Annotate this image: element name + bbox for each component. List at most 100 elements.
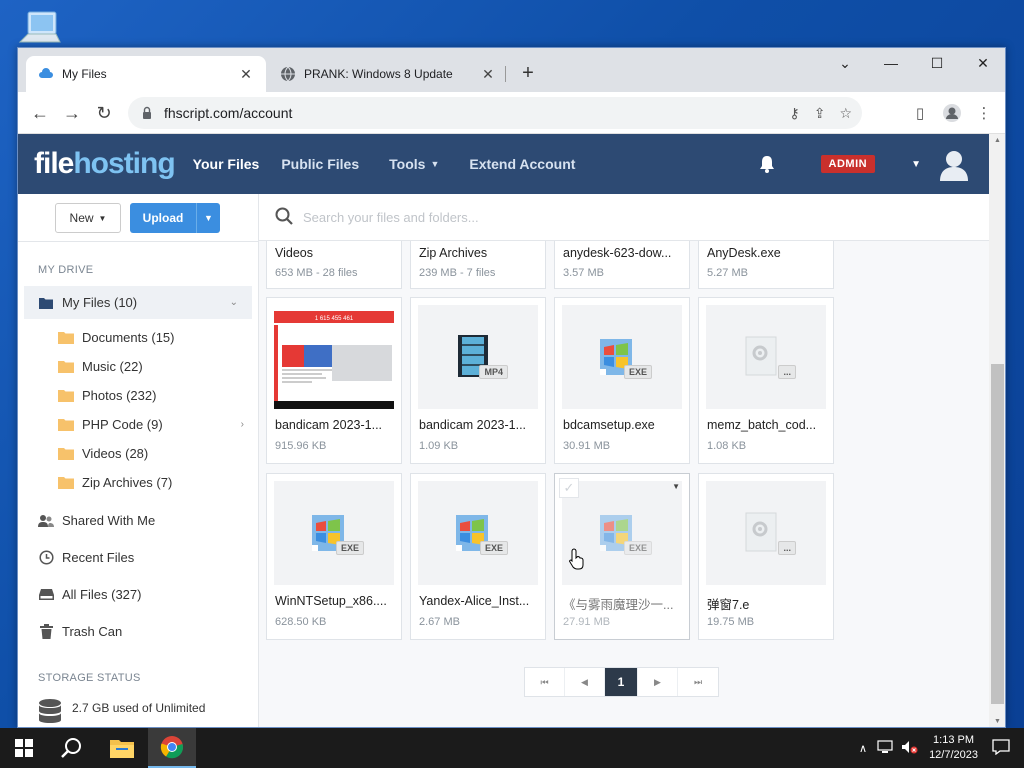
screenshot-thumbnail: 1 615 455 461 [274,305,394,409]
back-arrow-icon[interactable]: ← [28,101,52,125]
prev-page-icon[interactable]: ◀ [565,668,605,696]
network-icon[interactable] [877,739,893,757]
exe-file-icon: EXE [454,509,508,557]
maximize-button[interactable]: ☐ [914,48,960,78]
nav-your-files[interactable]: Your Files [193,156,260,172]
close-tab-icon[interactable]: ✕ [480,66,496,83]
file-card-marisa-exe[interactable]: ✓ ▼ EXE 《与雾雨魔理沙一... 27.91 MB [554,473,690,640]
sidebar-item-documents[interactable]: Documents (15) [18,323,258,352]
search-input[interactable] [303,209,703,225]
my-drive-header: MY DRIVE [38,264,94,276]
chevron-down-icon[interactable]: ⌄ [230,297,238,308]
database-icon [38,699,62,727]
file-meta: 3.57 MB [563,267,604,279]
notification-icon[interactable] [992,738,1010,758]
sidebar-item-label: Recent Files [62,550,135,565]
sidebar-item-all-files[interactable]: All Files (327) [18,576,258,613]
search-icon[interactable] [48,728,96,768]
sidebar-item-my-files[interactable]: My Files (10) ⌄ [24,286,252,319]
file-card-anydesk-exe[interactable]: AnyDesk.exe 5.27 MB [698,241,834,289]
new-tab-button[interactable]: + [516,62,540,86]
sidebar-item-trash[interactable]: Trash Can [18,613,258,650]
file-card-bandicam-mp4[interactable]: MP4 bandicam 2023-1... 1.09 KB [410,297,546,464]
taskbar: ∧ 1:13 PM 12/7/2023 [0,728,1024,768]
sidebar-item-label: Trash Can [62,624,123,639]
nav-extend-account[interactable]: Extend Account [469,156,575,172]
sidebar-item-label: Music (22) [82,359,143,374]
kebab-menu-icon[interactable]: ⋮ [972,101,996,125]
address-bar[interactable]: fhscript.com/account ⚷ ⇪ ☆ [128,97,862,129]
file-name: bandicam 2023-1... [419,418,527,432]
sidebar-item-label: Photos (232) [82,388,157,403]
page-scrollbar[interactable]: ▲ ▼ [989,134,1005,727]
mouse-cursor-icon [569,548,585,573]
star-icon[interactable]: ☆ [839,105,852,122]
file-card-memz-batch[interactable]: ... memz_batch_cod... 1.08 KB [698,297,834,464]
filehosting-logo[interactable]: filehosting [34,147,176,181]
exe-file-icon: EXE [310,509,364,557]
file-card-winntsetup[interactable]: EXE WinNTSetup_x86.... 628.50 KB [266,473,402,640]
user-menu-caret-icon[interactable]: ▼ [911,159,921,170]
reload-icon[interactable]: ↻ [92,101,116,125]
profile-icon[interactable] [940,101,964,125]
file-explorer-icon[interactable] [98,728,146,768]
minimize-button[interactable]: — [868,48,914,78]
clock[interactable]: 1:13 PM 12/7/2023 [929,733,978,763]
scrollbar-thumb[interactable] [991,364,1004,704]
file-card-bdcamsetup[interactable]: EXE bdcamsetup.exe 30.91 MB [554,297,690,464]
share-icon[interactable]: ⇪ [814,105,826,122]
file-card-yandex-alice[interactable]: EXE Yandex-Alice_Inst... 2.67 MB [410,473,546,640]
file-card-anydesk-623[interactable]: anydesk-623-dow... 3.57 MB [554,241,690,289]
close-tab-icon[interactable]: ✕ [238,66,254,83]
tab-search-icon[interactable]: ⌄ [822,48,868,78]
last-page-icon[interactable]: ⏭ [678,668,718,696]
bell-icon[interactable] [757,154,777,174]
forward-arrow-icon[interactable]: → [60,101,84,125]
side-panel-icon[interactable]: ▯ [908,101,932,125]
nav-public-files[interactable]: Public Files [281,156,359,172]
user-avatar-icon[interactable] [937,147,971,181]
sidebar-item-php-code[interactable]: PHP Code (9) › [18,410,258,439]
folder-icon [58,359,74,375]
chevron-right-icon[interactable]: › [241,419,244,430]
scroll-up-icon[interactable]: ▲ [989,134,1005,148]
file-card-bandicam-screenshot[interactable]: 1 615 455 461 bandicam 2023-1... 915.96 … [266,297,402,464]
folder-card-zip-archives[interactable]: Zip Archives 239 MB - 7 files [410,241,546,289]
sidebar-item-shared[interactable]: Shared With Me [18,502,258,539]
tab-my-files[interactable]: My Files ✕ [26,56,266,92]
tab-prank[interactable]: PRANK: Windows 8 Update ✕ [268,56,508,92]
sidebar-item-zip-archives[interactable]: Zip Archives (7) [18,468,258,497]
file-thumbnail: EXE [418,481,538,585]
windows-start-icon[interactable] [0,728,48,768]
volume-muted-icon[interactable] [901,740,919,757]
select-checkbox[interactable]: ✓ [559,478,579,498]
chevron-up-icon[interactable]: ∧ [859,742,867,755]
admin-badge[interactable]: ADMIN [820,155,876,173]
card-menu-caret-icon[interactable]: ▼ [672,482,680,491]
sidebar-item-videos[interactable]: Videos (28) [18,439,258,468]
system-tray: ∧ 1:13 PM 12/7/2023 [859,728,1024,768]
sidebar-item-label: All Files (327) [62,587,142,602]
sidebar-item-music[interactable]: Music (22) [18,352,258,381]
first-page-icon[interactable]: ⏮ [525,668,565,696]
upload-dropdown-caret-icon[interactable]: ▼ [196,203,220,233]
search-bar [259,194,989,241]
upload-button[interactable]: Upload ▼ [130,203,220,233]
sidebar-item-photos[interactable]: Photos (232) [18,381,258,410]
scroll-down-icon[interactable]: ▼ [989,715,1005,727]
nav-tools[interactable]: Tools ▼ [389,156,439,172]
file-card-popup-7[interactable]: ... 弹窗7.e 19.75 MB [698,473,834,640]
file-name: 《与雾雨魔理沙一... [563,598,674,612]
this-pc-desktop-icon[interactable] [16,8,64,48]
caret-down-icon: ▼ [98,213,107,223]
key-icon[interactable]: ⚷ [789,105,799,122]
tab-title: My Files [62,67,107,81]
new-button[interactable]: New ▼ [55,203,121,233]
close-window-button[interactable]: ✕ [960,48,1005,78]
folder-card-videos[interactable]: Videos 653 MB - 28 files [266,241,402,289]
page-number-current[interactable]: 1 [605,668,638,696]
next-page-icon[interactable]: ▶ [638,668,678,696]
chrome-icon[interactable] [148,728,196,768]
sidebar-item-recent[interactable]: Recent Files [18,539,258,576]
exe-file-icon: EXE [598,509,652,557]
